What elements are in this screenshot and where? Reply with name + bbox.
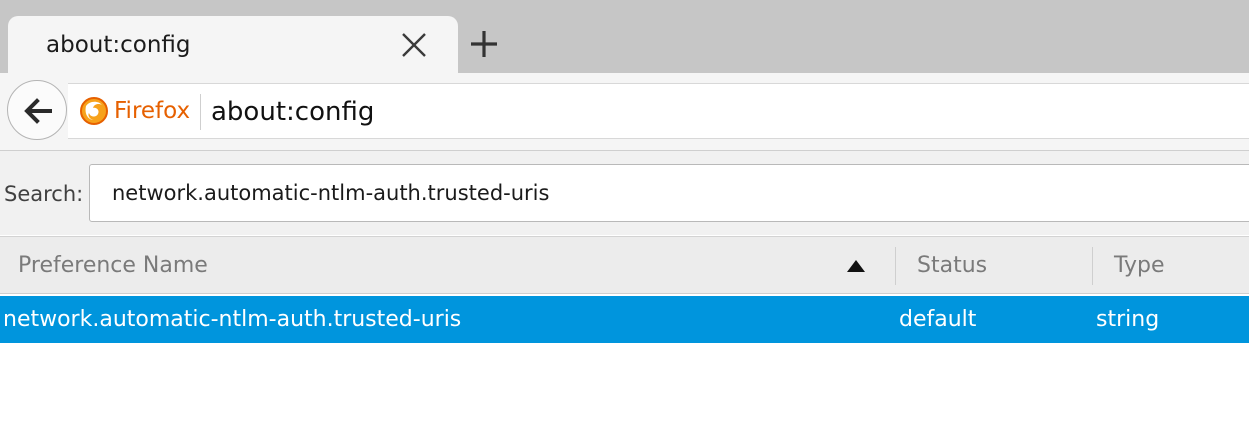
url-bar[interactable]: Firefox about:config [68, 83, 1249, 139]
search-input[interactable] [89, 164, 1249, 222]
navigation-bar: Firefox about:config [0, 73, 1249, 151]
column-header-preference-name[interactable]: Preference Name [18, 237, 878, 295]
preference-status-cell: default [899, 307, 977, 332]
search-label: Search: [4, 182, 84, 206]
identity-label: Firefox [114, 98, 191, 124]
search-row: Search: [0, 151, 1249, 235]
table-row[interactable]: network.automatic-ntlm-auth.trusted-uris… [0, 296, 1249, 343]
tab-about-config[interactable]: about:config [8, 16, 458, 73]
column-header-status[interactable]: Status [917, 237, 1087, 295]
sort-ascending-icon [847, 260, 865, 272]
back-arrow-icon [24, 98, 52, 124]
tab-title: about:config [46, 32, 191, 58]
column-divider[interactable] [1092, 247, 1093, 285]
firefox-logo-icon [80, 97, 108, 125]
url-text[interactable]: about:config [211, 96, 374, 128]
tab-strip: about:config [0, 0, 1249, 73]
column-header-type[interactable]: Type [1114, 237, 1244, 295]
plus-icon[interactable] [466, 26, 502, 62]
preference-type-cell: string [1096, 307, 1160, 332]
close-icon[interactable] [398, 29, 430, 61]
identity-box[interactable]: Firefox [80, 96, 190, 126]
column-divider[interactable] [895, 247, 896, 285]
back-button[interactable] [7, 80, 67, 140]
preferences-table-header: Preference Name Status Type [0, 236, 1249, 294]
url-separator [200, 94, 201, 130]
preference-name-cell: network.automatic-ntlm-auth.trusted-uris [3, 307, 462, 332]
